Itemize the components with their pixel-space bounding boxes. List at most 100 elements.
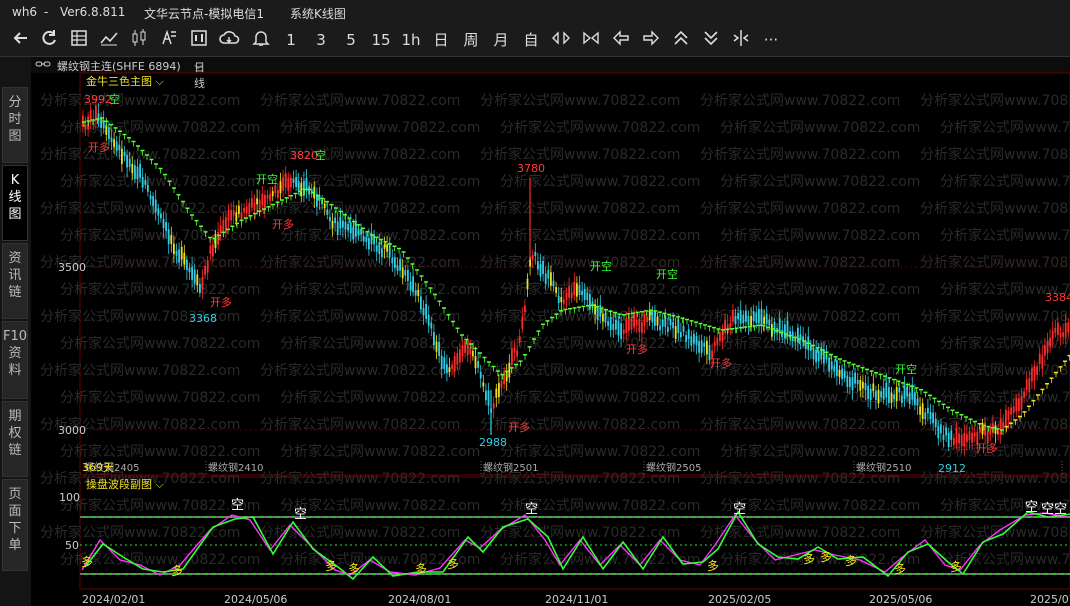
watermark-text: 分析家公式网www.70822.com (40, 308, 240, 325)
candle-body (906, 387, 908, 397)
candle-body (100, 117, 102, 128)
candle-body (622, 329, 625, 334)
watermark-text: 分析家公式网www.70822.com (60, 389, 260, 406)
candle-body (461, 345, 464, 357)
symbol-name[interactable]: 螺纹钢主连(SHFE 6894) (57, 58, 181, 74)
refresh-icon[interactable] (38, 28, 60, 52)
candle-body (908, 392, 911, 405)
candle-body (846, 375, 849, 387)
candle-body (264, 194, 266, 211)
chevron-up-double-icon[interactable] (670, 28, 692, 52)
watermark-text: 分析家公式网www.70822.com (480, 308, 680, 325)
watermark-text: 分析家公式网www.70822.com (500, 173, 700, 190)
candle-body (394, 257, 396, 268)
watermark-text: 分析家公式网www.70822.com (920, 470, 1070, 487)
period-1min[interactable]: 1 (280, 28, 302, 52)
main-indicator-title[interactable]: 金牛三色主图 ⌵ (86, 74, 164, 88)
candle-body (326, 209, 329, 215)
candle-body (659, 325, 661, 331)
candle-body (976, 431, 979, 445)
candle-body (144, 180, 147, 185)
candle-body (781, 329, 784, 336)
cloud-icon[interactable] (218, 28, 240, 52)
watermark-text: 分析家公式网www.70822.com (500, 227, 700, 244)
candlestick-icon[interactable] (128, 28, 150, 52)
watermark-text: 分析家公式网www.70822.com (60, 497, 260, 514)
chart-canvas[interactable]: 分析家公式网www.70822.com 分析家公式网www.70822.com 分析… (0, 0, 1070, 606)
back-arrow-icon[interactable] (10, 28, 32, 52)
candle-body (89, 110, 92, 123)
candle-body (586, 292, 589, 301)
watermark-text: 分析家公式网www.70822.com (920, 308, 1070, 325)
period-3min[interactable]: 3 (310, 28, 332, 52)
period-custom[interactable]: 自 (520, 28, 542, 52)
tab-order[interactable]: 页 面 下 单 (2, 479, 28, 571)
candle-body (495, 388, 498, 398)
candle-body (828, 357, 830, 372)
candle-body (388, 242, 391, 258)
expand-h-icon[interactable] (550, 28, 572, 52)
candle-body (927, 407, 929, 414)
candle-body (219, 225, 222, 234)
candle-body (687, 329, 690, 340)
candle-body (685, 335, 687, 342)
table-icon[interactable] (68, 28, 90, 52)
candle-body (1028, 378, 1031, 393)
watermark-text: 分析家公式网www.70822.com (920, 362, 1070, 379)
candle-body (654, 310, 656, 326)
candle-body (360, 228, 362, 235)
candle-body (836, 360, 838, 376)
period-1hour[interactable]: 1h (400, 28, 422, 52)
candle-body (742, 314, 745, 324)
watermark-text: 分析家公式网www.70822.com (500, 551, 700, 568)
bell-icon[interactable] (250, 28, 272, 52)
watermark-text: 分析家公式网www.70822.com (40, 416, 240, 433)
candle-body (784, 324, 786, 338)
candle-body (895, 387, 898, 402)
watermark-text: 分析家公式网www.70822.com (480, 416, 680, 433)
link-icon[interactable] (35, 57, 51, 74)
candle-body (240, 212, 243, 221)
sub-kong-mark-1: 空 (231, 498, 244, 513)
candle-body (703, 342, 706, 347)
candle-body (1062, 332, 1064, 337)
line-chart-icon[interactable] (98, 28, 120, 52)
tab-timeshare[interactable]: 分 时 图 (2, 87, 28, 163)
annotation-kaiduo-3: 开多 (272, 217, 294, 231)
period-15min[interactable]: 15 (370, 28, 392, 52)
candle-body (755, 312, 758, 323)
split-icon[interactable] (730, 28, 752, 52)
candle-body (308, 186, 310, 195)
x-date-label: 2025/07 (1030, 593, 1070, 606)
arrow-left-icon[interactable] (610, 28, 632, 52)
draw-tool-icon[interactable] (158, 28, 180, 52)
candle-body (342, 220, 344, 228)
period-month[interactable]: 月 (490, 28, 512, 52)
candle-body (82, 115, 84, 127)
chevron-down-double-icon[interactable] (700, 28, 722, 52)
candle-body (391, 257, 394, 264)
sub-duo-mark: 多 (415, 562, 427, 576)
tab-kline[interactable]: K 线 图 (2, 165, 28, 241)
more-icon[interactable]: ··· (760, 28, 782, 52)
candle-body (121, 148, 123, 164)
candle-body (160, 213, 162, 219)
candle-body (186, 259, 188, 270)
arrow-right-icon[interactable] (640, 28, 662, 52)
tab-f10[interactable]: F10 资 料 (2, 321, 28, 399)
candle-body (531, 255, 534, 260)
candle-body (999, 418, 1002, 435)
period-week[interactable]: 周 (460, 28, 482, 52)
tab-news[interactable]: 资 讯 链 (2, 243, 28, 319)
tab-options[interactable]: 期 权 链 (2, 401, 28, 477)
kline-icon[interactable] (188, 28, 210, 52)
candle-body (864, 383, 867, 391)
candle-body (583, 288, 586, 301)
period-5min[interactable]: 5 (340, 28, 362, 52)
period-day[interactable]: 日 (430, 28, 452, 52)
candle-body (810, 344, 812, 351)
candle-body (604, 312, 607, 323)
compress-h-icon[interactable] (580, 28, 602, 52)
sub-indicator-title[interactable]: 操盘波段副图 ⌵ (86, 477, 164, 491)
watermark-text: 分析家公式网www.70822.com (60, 173, 260, 190)
